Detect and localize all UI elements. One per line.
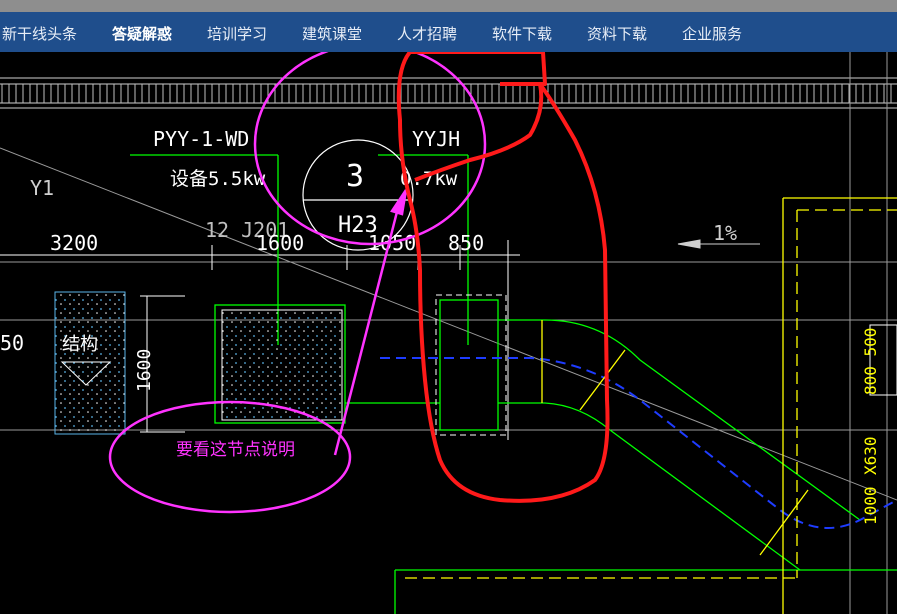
right-label-3: 1000 xyxy=(861,486,880,525)
yyjh-code: YYJH xyxy=(412,127,460,151)
equipment-block xyxy=(221,309,343,421)
browser-top-strip xyxy=(0,0,897,12)
structure-label: 结构 xyxy=(62,334,98,355)
dim-850: 850 xyxy=(448,231,484,255)
annotation-text: 要看这节点说明 xyxy=(176,440,295,460)
nav-item-qa[interactable]: 答疑解惑 xyxy=(112,23,172,44)
vertical-dim: 1600 xyxy=(134,349,155,392)
nav-item-headlines[interactable]: 新干线头条 xyxy=(2,23,77,44)
site-nav-bar: 新干线头条 答疑解惑 培训学习 建筑课堂 人才招聘 软件下载 资料下载 企业服务 xyxy=(0,12,897,52)
dim-3200: 3200 xyxy=(50,231,98,255)
nav-item-enterprise[interactable]: 企业服务 xyxy=(682,23,742,44)
left-partial-label: 50 xyxy=(0,331,24,355)
magenta-markup xyxy=(108,52,487,514)
structure-block xyxy=(54,291,126,435)
nav-item-classroom[interactable]: 建筑课堂 xyxy=(302,23,362,44)
equipment-code: PYY-1-WD xyxy=(153,127,249,151)
equipment-power: 设备5.5kw xyxy=(170,168,266,190)
nav-item-downloads[interactable]: 资料下载 xyxy=(587,23,647,44)
slope-label: 1% xyxy=(713,221,737,245)
right-label-1: 800 500 xyxy=(861,328,880,395)
nav-item-software[interactable]: 软件下载 xyxy=(492,23,552,44)
yellow-lines xyxy=(405,197,897,614)
dim-1600: 1600 xyxy=(256,231,304,255)
circle-number: 3 xyxy=(346,159,364,194)
cad-drawing: PYY-1-WD 设备5.5kw YYJH 0.7kw 3 H23 Y1 12 … xyxy=(0,52,897,614)
nav-item-training[interactable]: 培训学习 xyxy=(207,23,267,44)
y1-label: Y1 xyxy=(30,176,54,200)
nav-item-jobs[interactable]: 人才招聘 xyxy=(397,23,457,44)
pipe-centerline xyxy=(380,357,897,529)
red-markup xyxy=(396,52,610,503)
dashed-box xyxy=(435,294,507,436)
right-label-2: X630 xyxy=(861,436,880,475)
railing-bars xyxy=(1,84,892,103)
